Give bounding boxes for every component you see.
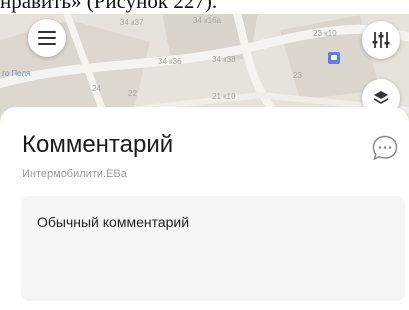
sheet-title: Комментарий — [22, 131, 174, 158]
map-building-label: 34 к36 — [158, 57, 182, 66]
filters-button[interactable] — [362, 21, 400, 59]
map-building-label: 23 к10 — [313, 29, 337, 38]
map-building-label: 34 к37 — [120, 18, 144, 27]
sliders-icon — [372, 32, 390, 48]
map-building-label: 34 к38 — [212, 55, 236, 64]
document-caption-text: нравить» (Рисунок 227). — [0, 0, 218, 13]
comment-bottom-sheet: Комментарий Интермобилити.ЕВа Обычный ко… — [0, 107, 409, 310]
menu-button[interactable] — [28, 19, 66, 57]
comment-field[interactable]: Обычный комментарий — [21, 196, 405, 301]
map-building-label: 21 к10 — [212, 92, 236, 101]
map-building-label: 34 к16а — [193, 16, 221, 25]
map-building-label: 22 — [128, 89, 137, 98]
map-building-label: 24 — [92, 84, 101, 93]
sheet-subtitle: Интермобилити.ЕВа — [22, 168, 127, 180]
layers-icon — [373, 91, 389, 104]
chat-bubble-icon — [372, 135, 398, 161]
map-building-label: 23 — [293, 71, 302, 80]
hamburger-menu-icon — [38, 31, 56, 45]
comment-text: Обычный комментарий — [37, 214, 190, 230]
map-street-label: го Поля — [2, 69, 31, 78]
chat-button[interactable] — [370, 133, 400, 163]
document-caption-fragment: нравить» (Рисунок 227). — [0, 0, 409, 14]
